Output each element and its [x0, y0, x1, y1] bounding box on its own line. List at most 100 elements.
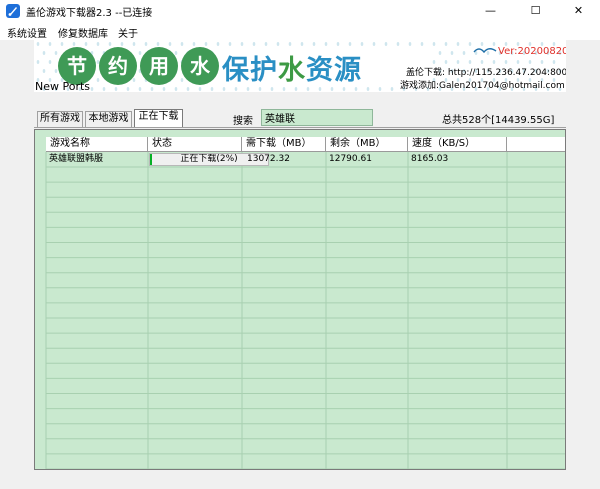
column-header-empty [507, 137, 565, 152]
droplet [168, 42, 172, 46]
droplet [462, 51, 466, 55]
water-slogan-part: 保护 [222, 55, 278, 86]
window-title: 盖伦游戏下载器2.3 --已连接 [26, 8, 153, 19]
column-header-speed[interactable]: 速度（KB/S） [408, 137, 507, 152]
droplet [240, 42, 244, 46]
droplet [468, 42, 472, 46]
column-header-need[interactable]: 需下载（MB） [242, 137, 326, 152]
tab-divider [34, 127, 566, 128]
droplet [468, 60, 472, 64]
column-header-name[interactable]: 游戏名称 [46, 137, 148, 152]
progress-fill [150, 154, 153, 165]
droplet [342, 87, 346, 91]
droplet [438, 51, 442, 55]
menu-about[interactable]: 关于 [118, 25, 138, 40]
column-header-remaining[interactable]: 剩余（MB） [326, 137, 408, 152]
droplet [552, 60, 556, 64]
droplet [222, 87, 226, 91]
droplet [246, 87, 250, 91]
droplet [372, 42, 376, 46]
droplet [264, 42, 268, 46]
droplet [198, 87, 202, 91]
search-input[interactable] [261, 109, 373, 126]
droplet [180, 78, 184, 82]
droplet [330, 87, 334, 91]
droplet [174, 51, 178, 55]
droplet [108, 42, 112, 46]
search-label: 搜索 [233, 116, 253, 127]
droplet [180, 42, 184, 46]
menu-repair-database[interactable]: 修复数据库 [58, 25, 108, 40]
droplet [492, 60, 496, 64]
droplet [480, 60, 484, 64]
download-table[interactable]: 游戏名称 状态 需下载（MB） 剩余（MB） 速度（KB/S） 英雄联盟韩服 正… [34, 129, 566, 470]
water-slogan: 保护水资源 [222, 48, 362, 87]
droplet [102, 87, 106, 91]
droplet [84, 42, 88, 46]
droplet [450, 51, 454, 55]
droplet [216, 42, 220, 46]
droplet [318, 87, 322, 91]
column-header-status[interactable]: 状态 [148, 137, 242, 152]
droplet [390, 87, 394, 91]
banner-image: 节 约 用 水 保护水资源 Ver:20200820 盖伦下载: http://… [34, 40, 566, 92]
cell-game-name[interactable]: 英雄联盟韩服 [46, 152, 148, 167]
droplet [42, 51, 46, 55]
droplet [324, 42, 328, 46]
droplet [378, 87, 382, 91]
droplet [288, 42, 292, 46]
droplet [96, 42, 100, 46]
droplet [456, 42, 460, 46]
water-slogan-part: 水 [278, 55, 306, 86]
droplet [234, 87, 238, 91]
droplet [252, 42, 256, 46]
droplet [348, 42, 352, 46]
droplet [210, 87, 214, 91]
droplet [396, 42, 400, 46]
cell-status: 正在下载(2%) [180, 154, 238, 164]
tab-local-games[interactable]: 本地游戏 [85, 111, 132, 127]
droplet [132, 78, 136, 82]
menu-system-settings[interactable]: 系统设置 [7, 25, 47, 40]
droplet [408, 42, 412, 46]
droplet [306, 87, 310, 91]
droplet [36, 42, 40, 46]
droplet [540, 60, 544, 64]
droplet [432, 42, 436, 46]
droplet [48, 42, 52, 46]
droplet [174, 87, 178, 91]
droplet [300, 42, 304, 46]
droplet [366, 87, 370, 91]
bird-icon [473, 48, 497, 54]
droplet [114, 87, 118, 91]
droplet [132, 42, 136, 46]
tab-downloading[interactable]: 正在下载 [134, 109, 183, 128]
droplet [72, 42, 76, 46]
droplet [144, 42, 148, 46]
tab-all-games[interactable]: 所有游戏 [37, 111, 83, 127]
droplet [504, 60, 508, 64]
download-info: 盖伦下载: http://115.236.47.204:8000 [406, 68, 566, 78]
contact-info: 游戏添加:Galen201704@hotmail.com [400, 81, 565, 91]
slogan-char: 水 [181, 47, 219, 85]
droplet [282, 87, 286, 91]
maximize-button[interactable]: ☐ [513, 0, 558, 22]
title-bar: 盖伦游戏下载器2.3 --已连接 — ☐ ✕ [0, 0, 600, 22]
droplet [276, 42, 280, 46]
droplet [150, 87, 154, 91]
droplet [162, 87, 166, 91]
droplet [126, 87, 130, 91]
app-icon [6, 4, 20, 18]
grid-lines [45, 152, 565, 469]
slogan-char: 用 [140, 47, 178, 85]
droplet [384, 42, 388, 46]
close-button[interactable]: ✕ [556, 0, 600, 22]
minimize-button[interactable]: — [468, 0, 513, 22]
droplet [192, 42, 196, 46]
droplet [516, 60, 520, 64]
droplet [48, 60, 52, 64]
droplet [420, 42, 424, 46]
menu-bar: 系统设置 修复数据库 关于 [0, 22, 600, 40]
cell-speed: 8165.03 [411, 154, 449, 164]
droplet [228, 42, 232, 46]
